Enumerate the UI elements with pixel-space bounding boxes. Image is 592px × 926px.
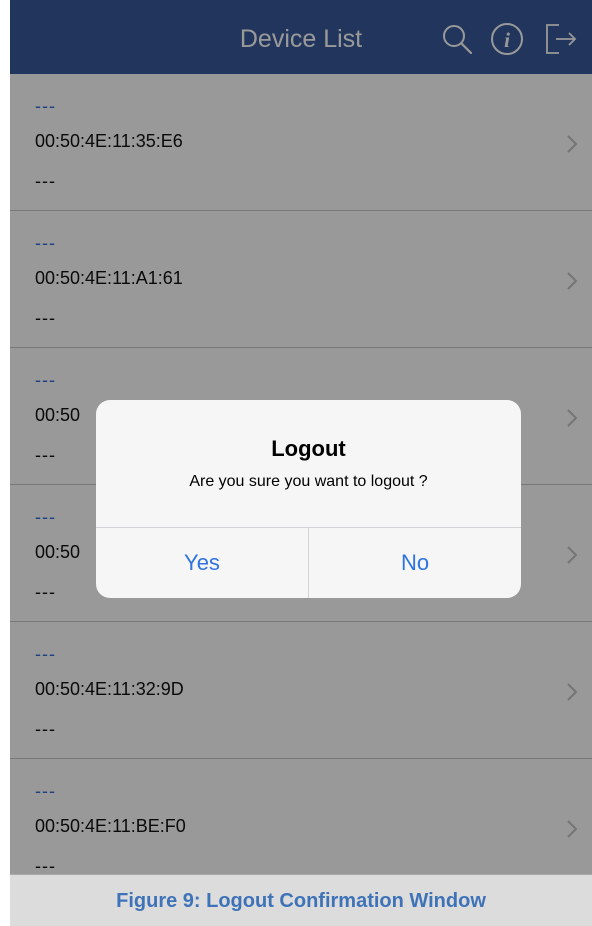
caption-text: Figure 9: Logout Confirmation Window bbox=[116, 890, 486, 912]
figure-caption: Figure 9: Logout Confirmation Window bbox=[10, 874, 592, 926]
device-list-screen: Device List i --- 00:50:4E:11:35:E6 --- … bbox=[10, 0, 592, 874]
dialog-title: Logout bbox=[271, 436, 346, 461]
dialog-message: Are you sure you want to logout ? bbox=[189, 473, 428, 490]
yes-button[interactable]: Yes bbox=[96, 528, 308, 598]
logout-dialog: Logout Are you sure you want to logout ?… bbox=[96, 400, 521, 598]
no-button[interactable]: No bbox=[309, 528, 521, 598]
